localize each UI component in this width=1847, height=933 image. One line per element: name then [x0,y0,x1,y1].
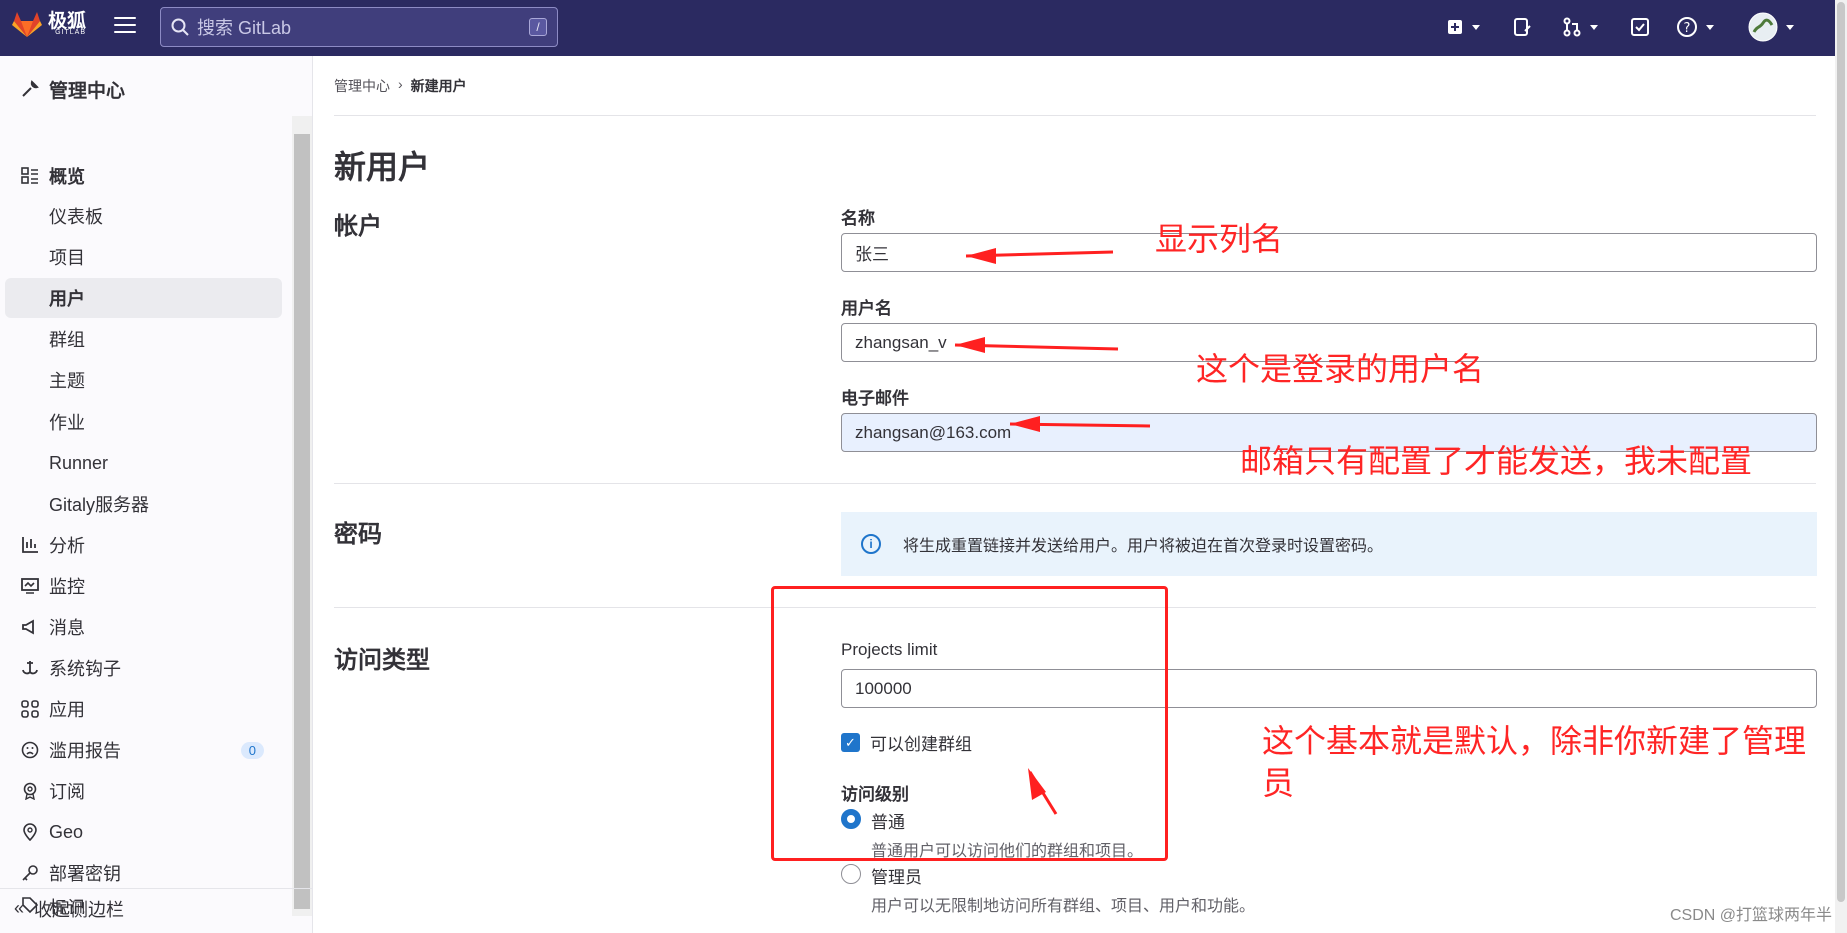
annotation-name: 显示列名 [1155,220,1284,258]
annotation-username: 这个是登录的用户名 [1196,350,1485,388]
annotation-access-line1: 这个基本就是默认，除非你新建了管理 [1262,722,1807,760]
page-scrollbar[interactable] [1835,0,1847,933]
annotation-email: 邮箱只有配置了才能发送，我未配置 [1240,442,1753,480]
watermark: CSDN @打篮球两年半 [1669,907,1832,924]
annotation-access-line2: 员 [1262,764,1295,802]
highlight-box [771,586,1168,861]
